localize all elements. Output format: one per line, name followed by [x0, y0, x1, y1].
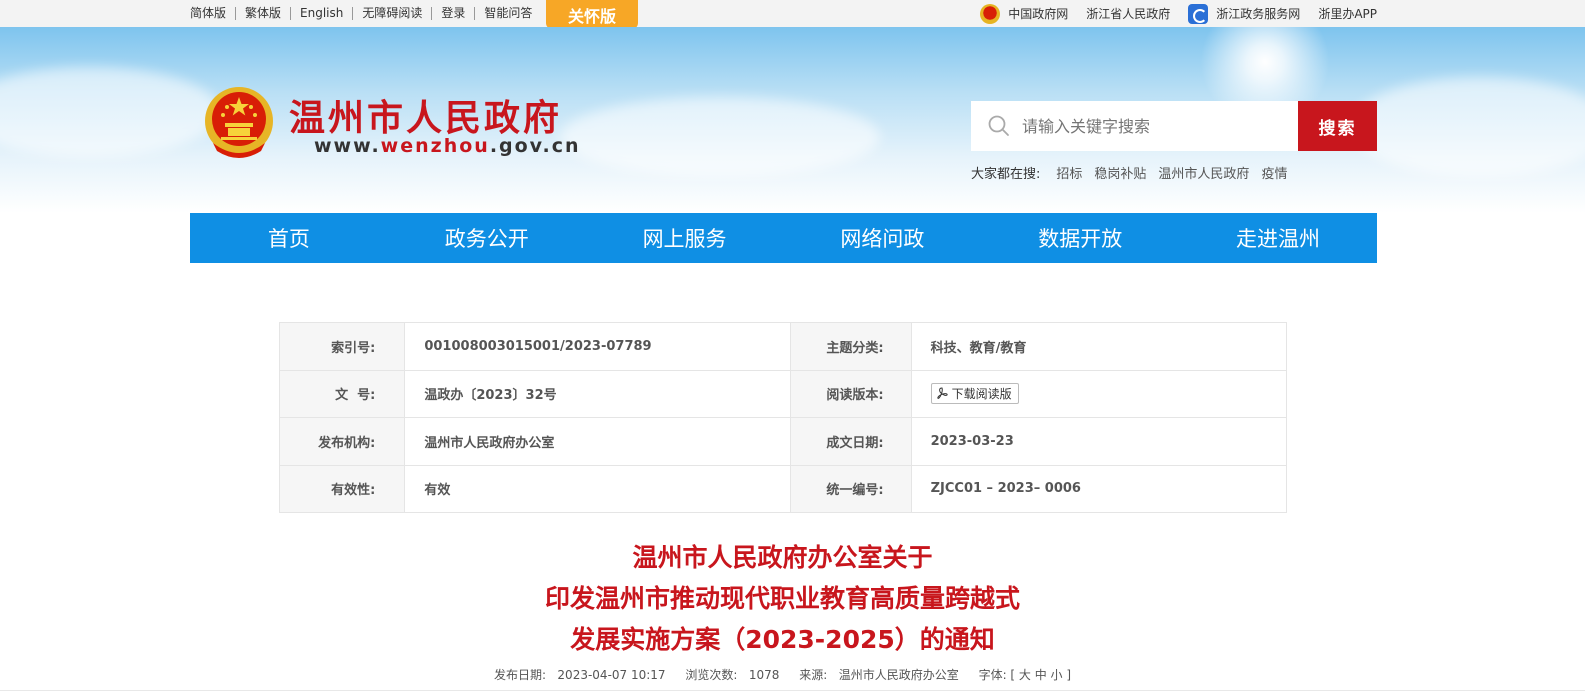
domain-highlight: wenzhou [380, 135, 490, 157]
link-zhejiang-gov[interactable]: 浙江省人民政府 [1086, 5, 1170, 22]
link-smart-qa[interactable]: 智能问答 [475, 7, 541, 20]
link-traditional[interactable]: 繁体版 [236, 7, 292, 20]
article-meta: 发布日期: 2023-04-07 10:17 浏览次数: 1078 来源: 温州… [0, 666, 1565, 683]
validity-value: 有效 [404, 464, 791, 513]
table-row: 索引号: 001008003015001/2023-07789 主题分类: 科技… [278, 322, 1288, 371]
care-version-button[interactable]: 关怀版 [546, 0, 638, 29]
service-network-icon [1188, 3, 1209, 24]
read-version-label: 阅读版本: [789, 369, 912, 418]
written-date-label: 成文日期: [789, 417, 912, 466]
link-china-gov-label: 中国政府网 [1008, 7, 1069, 21]
table-row: 有效性: 有效 统一编号: ZJCC01 – 2023– 0006 [278, 464, 1288, 513]
hot-searches-label: 大家都在搜: [971, 167, 1041, 182]
search-box: 搜索 [971, 101, 1377, 151]
index-label: 索引号: [278, 322, 406, 371]
hot-word[interactable]: 疫情 [1261, 163, 1287, 182]
link-english[interactable]: English [291, 7, 354, 20]
national-emblem-logo[interactable] [203, 85, 275, 159]
view-count: 浏览次数: 1078 [685, 668, 780, 682]
nav-item-about-wenzhou[interactable]: 走进温州 [1179, 213, 1377, 263]
link-china-gov[interactable]: 中国政府网 [980, 3, 1069, 24]
source: 来源: 温州市人民政府办公室 [799, 668, 959, 682]
link-accessible[interactable]: 无障碍阅读 [353, 7, 433, 20]
link-zj-service[interactable]: 浙江政务服务网 [1188, 3, 1301, 24]
doc-number-value: 温政办〔2023〕32号 [404, 369, 791, 418]
unified-code-value: ZJCC01 – 2023– 0006 [910, 464, 1288, 513]
hot-word[interactable]: 招标 [1056, 163, 1082, 182]
site-domain: www.wenzhou.gov.cn [314, 135, 581, 157]
unified-code-label: 统一编号: [789, 464, 912, 513]
topic-value: 科技、教育/教育 [910, 322, 1288, 371]
pdf-icon [936, 387, 948, 400]
hot-word[interactable]: 温州市人民政府 [1158, 163, 1249, 182]
link-zhejiang-gov-label: 浙江省人民政府 [1086, 7, 1171, 21]
search-input[interactable] [1022, 116, 1282, 136]
table-row: 发布机构: 温州市人民政府办公室 成文日期: 2023-03-23 [278, 417, 1288, 466]
nav-item-home[interactable]: 首页 [190, 213, 388, 263]
index-value: 001008003015001/2023-07789 [404, 322, 791, 371]
publisher-value: 温州市人民政府办公室 [404, 417, 791, 466]
site-name[interactable]: 温州市人民政府 [289, 89, 562, 141]
national-emblem-icon [980, 3, 1001, 24]
divider [0, 690, 1585, 691]
table-row: 文 号: 温政办〔2023〕32号 阅读版本: 下载阅读版 [278, 369, 1288, 418]
domain-suffix: .gov.cn [489, 135, 581, 157]
publish-date: 发布日期: 2023-04-07 10:17 [493, 668, 666, 682]
top-right-links: 中国政府网 浙江省人民政府 浙江政务服务网 浙里办APP [980, 0, 1377, 27]
header-banner: 温州市人民政府 www.wenzhou.gov.cn 搜索 大家都在搜: 招标 … [0, 27, 1585, 213]
nav-item-gov-affairs[interactable]: 政务公开 [388, 213, 586, 263]
font-size-control[interactable]: 字体: [ 大 中 小 ] [979, 668, 1071, 682]
top-links: 简体版 繁体版 English 无障碍阅读 登录 智能问答 [190, 0, 541, 27]
document-info-table: 索引号: 001008003015001/2023-07789 主题分类: 科技… [278, 322, 1288, 513]
topic-label: 主题分类: [789, 322, 912, 371]
cloud-decoration [0, 67, 220, 157]
doc-number-label: 文 号: [278, 369, 406, 418]
cloud-decoration [560, 97, 880, 177]
link-zj-service-label: 浙江政务服务网 [1216, 7, 1301, 21]
validity-label: 有效性: [278, 464, 406, 513]
download-reading-version-label: 下载阅读版 [951, 387, 1012, 402]
search-icon [988, 115, 1009, 136]
link-simplified[interactable]: 简体版 [190, 7, 237, 20]
top-bar: 简体版 繁体版 English 无障碍阅读 登录 智能问答 关怀版 中国政府网 … [0, 0, 1585, 29]
search-input-wrap [971, 101, 1298, 151]
download-reading-version-button[interactable]: 下载阅读版 [930, 383, 1019, 405]
hot-searches: 大家都在搜: 招标 稳岗补贴 温州市人民政府 疫情 [971, 163, 1287, 182]
article-title-line: 发展实施方案（2023-2025）的通知 [570, 625, 995, 654]
read-version-cell: 下载阅读版 [910, 369, 1288, 418]
domain-prefix: www. [314, 135, 381, 157]
nav-item-online-services[interactable]: 网上服务 [586, 213, 784, 263]
written-date-value: 2023-03-23 [910, 417, 1288, 466]
nav-item-open-data[interactable]: 数据开放 [981, 213, 1179, 263]
link-login[interactable]: 登录 [432, 7, 476, 20]
article-title-line: 印发温州市推动现代职业教育高质量跨越式 [544, 584, 1020, 613]
search-button[interactable]: 搜索 [1298, 101, 1377, 151]
article-title-line: 温州市人民政府办公室关于 [632, 543, 933, 572]
publisher-label: 发布机构: [278, 417, 406, 466]
nav-item-online-inquiry[interactable]: 网络问政 [783, 213, 981, 263]
hot-word[interactable]: 稳岗补贴 [1094, 163, 1146, 182]
link-zlb-app-label: 浙里办APP [1318, 7, 1377, 21]
main-nav: 首页 政务公开 网上服务 网络问政 数据开放 走进温州 [190, 213, 1377, 263]
article-title: 温州市人民政府办公室关于 印发温州市推动现代职业教育高质量跨越式 发展实施方案（… [0, 537, 1565, 660]
cloud-decoration [1350, 77, 1585, 177]
link-zlb-app[interactable]: 浙里办APP [1318, 5, 1377, 22]
